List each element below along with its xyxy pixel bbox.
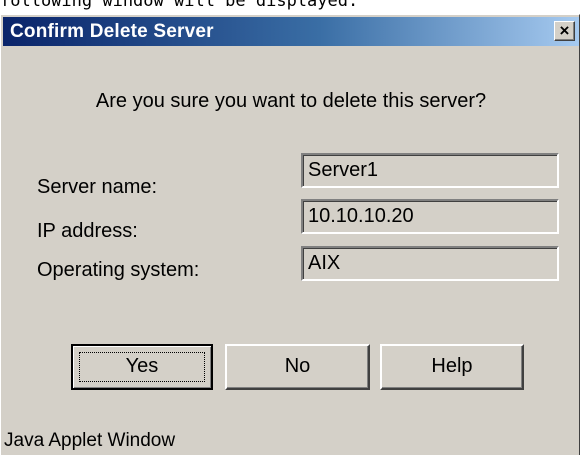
dialog-title: Confirm Delete Server [10,21,214,42]
applet-status-text: Java Applet Window [4,430,176,451]
ip-address-label: IP address: [37,220,138,242]
ip-address-field: 10.10.10.20 [301,199,559,234]
no-button-label: No [284,355,311,377]
confirm-delete-dialog: Confirm Delete Server × Are you sure you… [0,14,580,455]
close-button[interactable]: × [554,21,575,41]
no-button[interactable]: No [225,344,370,390]
title-bar[interactable]: Confirm Delete Server × [3,17,579,46]
document-caption: following window will be displayed. [0,0,359,11]
yes-button[interactable]: Yes [71,344,213,390]
operating-system-field: AIX [301,246,559,281]
confirm-question: Are you sure you want to delete this ser… [95,90,487,112]
help-button-label: Help [431,355,473,377]
help-button[interactable]: Help [380,344,524,390]
focus-ring [79,352,205,382]
operating-system-label: Operating system: [37,259,200,281]
server-name-field: Server1 [301,153,559,188]
server-name-label: Server name: [37,176,158,198]
close-icon: × [559,21,570,40]
